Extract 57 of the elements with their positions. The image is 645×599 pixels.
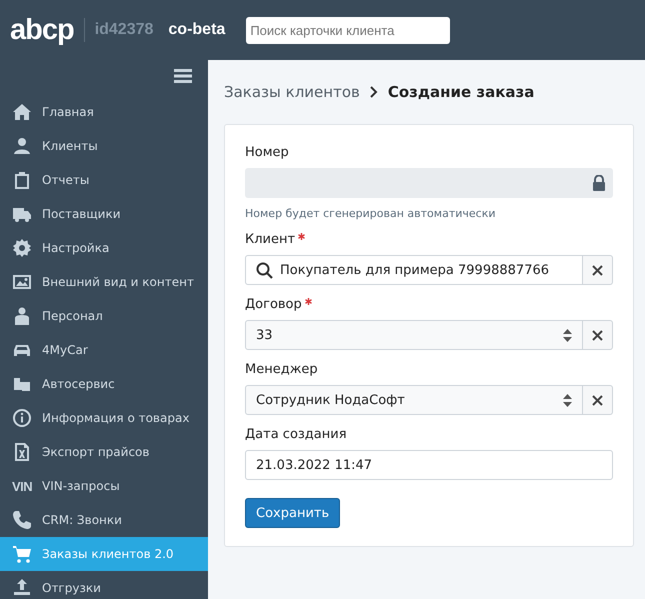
sort-arrows-icon [563,394,572,406]
client-search-field[interactable]: Поиск карточки клиента [246,16,450,44]
sidebar-item[interactable]: Информация о товарах [0,401,208,435]
field-label: Договор [245,297,302,312]
close-icon [592,394,603,406]
sidebar-item[interactable]: Автосервис [0,367,208,401]
breadcrumb-link[interactable]: Заказы клиентов [224,83,360,101]
site-name: co-beta [168,21,226,39]
cart-icon [12,544,32,564]
menu-icon[interactable] [174,69,192,83]
account-id: id42378 [94,21,154,39]
sidebar-item[interactable]: CRM: Звонки [0,503,208,537]
clear-button[interactable] [583,385,613,415]
save-button[interactable]: Сохранить [245,498,340,528]
sidebar-item[interactable]: Главная [0,95,208,129]
person-icon [12,306,32,326]
sidebar-item[interactable]: Отгрузки [0,571,208,599]
chevron-icon [370,86,378,98]
clear-button[interactable] [583,255,613,285]
image-icon [12,272,32,292]
clear-button[interactable] [583,320,613,350]
sidebar-item[interactable]: Клиенты [0,129,208,163]
phone-icon [12,510,32,530]
sidebar-item[interactable]: Поставщики [0,197,208,231]
gear-icon [12,238,32,258]
date-field[interactable]: 21.03.2022 11:47 [245,450,613,480]
field-label: Клиент [245,232,296,247]
sidebar-item[interactable]: Настройка [0,231,208,265]
sidebar-item[interactable]: Персонал [0,299,208,333]
lock-icon [592,175,606,191]
users-icon [12,136,32,156]
sidebar-item[interactable]: Экспорт прайсов [0,435,208,469]
logo[interactable]: abcp [10,16,74,44]
sort-arrows-icon [563,328,572,342]
page-title: Создание заказа [388,83,534,101]
field-label: Дата создания [245,427,347,442]
close-icon [592,264,603,276]
sidebar-item[interactable]: 4MyCar [0,333,208,367]
select-field[interactable]: 33 [245,320,583,350]
vin-label: VIN [12,478,32,494]
field-label: Менеджер [245,362,318,377]
info-icon [12,408,32,428]
close-icon [592,330,603,340]
sidebar-item[interactable]: Отчеты [0,163,208,197]
field-hint: Номер будет сгенерирован автоматически [245,207,496,220]
sidebar-item[interactable]: VIN VIN-запросы [0,469,208,503]
field-label: Номер [245,145,289,160]
select-field[interactable]: Сотрудник НодаСофт [245,385,583,415]
required-asterisk-icon [304,298,312,305]
excel-icon [12,442,32,462]
upload-icon [12,578,32,598]
home-icon [12,102,32,122]
required-asterisk-icon [298,233,306,240]
client-field[interactable]: Покупатель для примера 79998887766 [245,255,583,285]
clipboard-icon [12,170,32,190]
search-icon [256,262,273,278]
sidebar-item[interactable]: Внешний вид и контент [0,265,208,299]
